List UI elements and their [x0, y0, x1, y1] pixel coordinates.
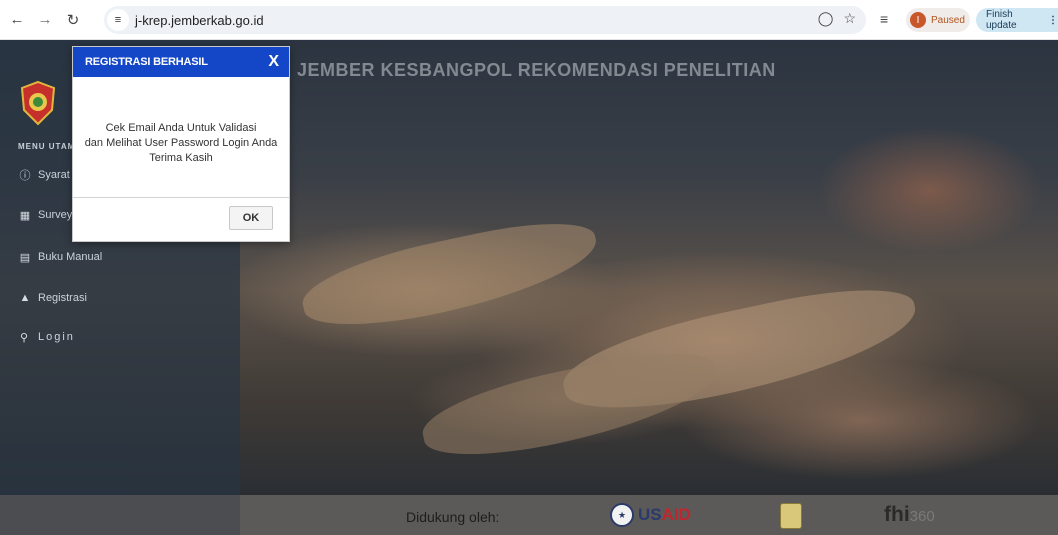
page: MENU UTAMA ⓘ Syarat ▦ Survey ▤ Buku Manu… — [0, 40, 1058, 535]
paused-label: Paused — [931, 14, 965, 26]
reading-list-icon[interactable]: ≡ — [880, 11, 888, 27]
dialog-title: REGISTRASI BERHASIL — [85, 56, 208, 68]
sidebar-item-label: Survey — [38, 209, 73, 221]
bookmark-star-icon[interactable]: ☆ — [843, 10, 856, 27]
dialog-message-line: dan Melihat User Password Login Anda — [84, 136, 278, 149]
forward-arrow-icon[interactable]: → — [34, 9, 56, 31]
usaid-seal-icon: ★ — [610, 503, 634, 527]
usaid-prefix: US — [638, 505, 662, 524]
url-text[interactable]: j-krep.jemberkab.go.id — [135, 13, 264, 28]
fhi-number: 360 — [909, 508, 935, 525]
registration-success-dialog: REGISTRASI BERHASIL X Cek Email Anda Unt… — [72, 46, 290, 242]
government-emblem-icon — [780, 503, 802, 529]
dialog-footer: OK — [73, 197, 289, 241]
sidebar-item-label: Registrasi — [38, 292, 87, 304]
profile-paused-button[interactable]: I Paused — [906, 8, 970, 32]
sidebar-item-label: Login — [38, 331, 75, 343]
usaid-suffix: AID — [661, 505, 691, 524]
finish-update-button[interactable]: Finish update ⋮ — [976, 8, 1058, 32]
address-bar[interactable]: ≡ j-krep.jemberkab.go.id ◯ ☆ — [104, 6, 866, 34]
site-settings-icon[interactable]: ≡ — [107, 9, 129, 31]
fhi360-logo: fhi360 — [884, 503, 935, 527]
background-leaf — [416, 339, 724, 471]
supported-by-label: Didukung oleh: — [406, 509, 500, 525]
sidebar-item-login[interactable]: ⚲ Login — [18, 330, 75, 344]
user-icon: ▲ — [19, 292, 31, 304]
kebab-menu-icon[interactable]: ⋮ — [1048, 15, 1058, 26]
footer-left-panel — [0, 495, 240, 535]
close-icon[interactable]: X — [268, 53, 279, 71]
usaid-logo: ★ USAID — [610, 503, 691, 527]
book-icon: ▤ — [19, 251, 31, 264]
sidebar-item-buku-manual[interactable]: ▤ Buku Manual — [18, 250, 102, 264]
fhi-text: fhi — [884, 503, 910, 526]
sidebar-item-label: Syarat — [38, 169, 70, 181]
sidebar-item-label: Buku Manual — [38, 251, 103, 263]
reload-icon[interactable]: ↻ — [62, 9, 84, 31]
dialog-message-line: Terima Kasih — [149, 151, 213, 164]
key-icon: ⚲ — [19, 331, 31, 344]
sidebar-item-registrasi[interactable]: ▲ Registrasi — [18, 291, 87, 305]
kabupaten-logo-icon — [20, 80, 56, 126]
avatar: I — [910, 12, 926, 28]
page-title: JEMBER KESBANGPOL REKOMENDASI PENELITIAN — [297, 60, 776, 80]
sidebar-item-syarat[interactable]: ⓘ Syarat — [18, 168, 70, 182]
password-key-icon[interactable]: ◯ — [818, 10, 834, 27]
keyboard-icon: ▦ — [19, 209, 31, 222]
sidebar-item-survey[interactable]: ▦ Survey — [18, 208, 72, 222]
info-icon: ⓘ — [19, 170, 31, 182]
ok-button[interactable]: OK — [229, 206, 273, 230]
dialog-message-line: Cek Email Anda Untuk Validasi — [105, 121, 257, 134]
footer: Didukung oleh: ★ USAID fhi360 — [0, 495, 1058, 535]
dialog-header: REGISTRASI BERHASIL X — [73, 47, 289, 77]
finish-update-label: Finish update — [986, 9, 1017, 31]
browser-toolbar: ← → ↻ ≡ j-krep.jemberkab.go.id ◯ ☆ ≡ I P… — [0, 0, 1058, 40]
back-arrow-icon[interactable]: ← — [6, 9, 28, 31]
dialog-body: Cek Email Anda Untuk Validasi dan Meliha… — [73, 77, 289, 197]
background-leaf — [296, 209, 604, 341]
